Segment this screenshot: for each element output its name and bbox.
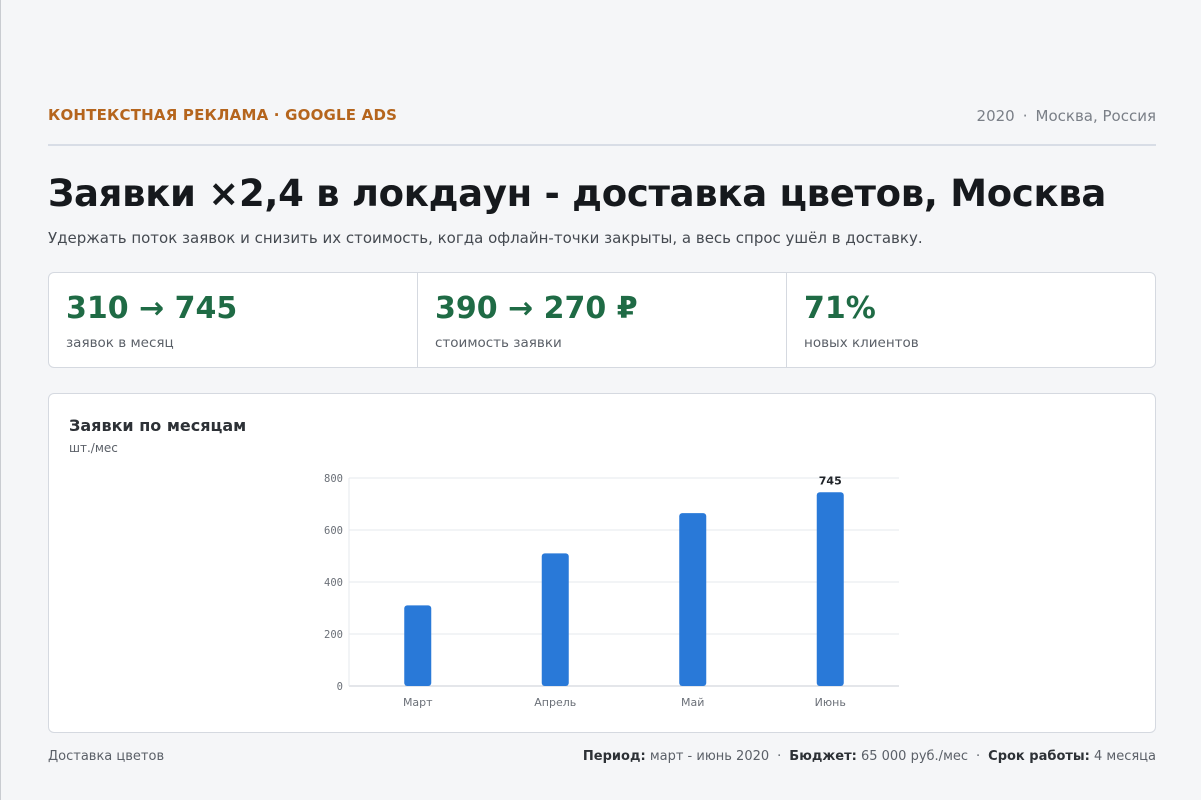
chart-card: Заявки по месяцам шт./мес 0 200 400 600 800 М… [48,393,1156,733]
y-tick-label: 800 [324,473,343,485]
kpi-new-clients: 71% новых клиентов [787,273,1155,367]
year-label: 2020 [976,107,1015,125]
budget-value: 65 000 руб./мес [860,749,969,764]
footer-niche: Доставка цветов [48,749,165,764]
category-label: КОНТЕКСТНАЯ РЕКЛАМА · GOOGLE ADS [48,106,398,124]
kpi-panel: 310 → 745 заявок в месяц 390 → 270 ₽ сто… [48,272,1156,368]
x-tick-label: Апрель [534,696,576,709]
kpi-label: новых клиентов [804,335,919,351]
page-subtitle: Удержать поток заявок и снизить их стоим… [48,229,923,247]
x-tick-label: Июнь [815,696,846,709]
footer-separator: · [976,749,981,764]
bar [541,553,569,686]
period-value: март - июнь 2020 [649,749,770,764]
term-value: 4 месяца [1094,749,1156,764]
meta-info: 2020 · Москва, Россия [977,107,1156,125]
bar-chart: 0 200 400 600 800 Март Апрель Май Июнь 745 [324,473,899,709]
kpi-leads: 310 → 745 заявок в месяц [49,273,418,367]
bar [404,605,432,686]
kpi-label: заявок в месяц [66,335,174,351]
data-label: 745 [819,474,842,487]
page-title: Заявки ×2,4 в локдаун - доставка цветов,… [48,172,1107,215]
footer-separator: · [777,749,782,764]
footer-details: Период: март - июнь 2020 · Бюджет: 65 000 … [583,749,1156,764]
y-tick-label: 200 [324,629,343,641]
bar [816,492,844,686]
kpi-value: 310 → 745 [66,291,238,326]
location-label: Москва, Россия [1035,107,1156,125]
kpi-value: 71% [804,291,876,326]
kpi-label: стоимость заявки [435,335,562,351]
kpi-lead-cost: 390 → 270 ₽ стоимость заявки [418,273,787,367]
kpi-value: 390 → 270 ₽ [435,291,638,326]
y-tick-label: 0 [337,681,343,693]
footer: Доставка цветов Период: март - июнь 2020… [48,749,1156,769]
x-tick-label: Март [403,696,433,709]
header-bar: КОНТЕКСТНАЯ РЕКЛАМА · GOOGLE ADS 2020 · Мо… [48,104,1156,146]
y-tick-label: 600 [324,525,343,537]
bar [679,513,707,686]
y-tick-label: 400 [324,577,343,589]
term-label: Срок работы: [988,749,1090,764]
meta-separator: · [1022,107,1028,125]
x-tick-label: Май [681,696,704,709]
budget-label: Бюджет: [789,749,857,764]
period-label: Период: [582,749,646,764]
